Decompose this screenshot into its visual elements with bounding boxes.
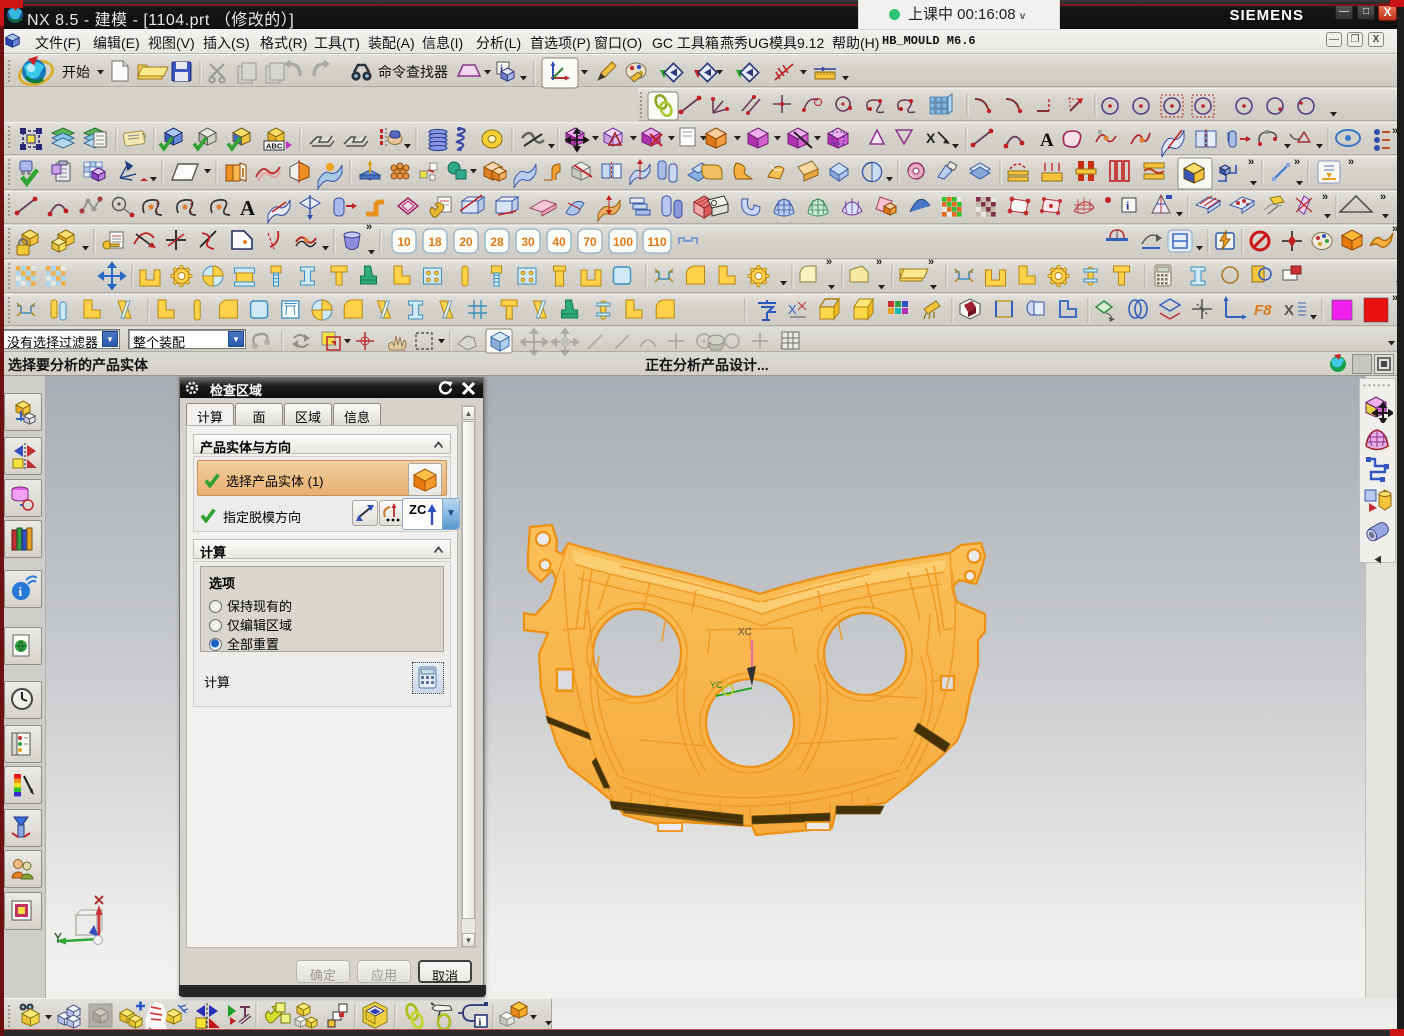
svg-text:»: » [1322,191,1328,203]
svg-text:»: » [1294,156,1300,168]
svg-text:»: » [826,256,832,268]
svg-text:»: » [928,256,934,268]
svg-text:X: X [926,130,936,146]
svg-text:ABC: ABC [266,142,283,151]
svg-text:»: » [1348,156,1354,168]
svg-text:»: » [1248,156,1254,168]
svg-text:A: A [1040,130,1054,151]
svg-text:70: 70 [583,235,597,249]
svg-text:XC: XC [738,627,752,638]
svg-text:100: 100 [613,235,633,249]
svg-text:开始: 开始 [62,64,90,80]
svg-text:YC: YC [710,680,723,690]
svg-text:40: 40 [552,235,566,249]
svg-text:»: » [366,221,372,233]
svg-text:X: X [1284,302,1294,319]
svg-text:命令查找器: 命令查找器 [378,64,448,80]
svg-text:X: X [788,302,797,317]
svg-text:110: 110 [647,235,667,249]
svg-text:»: » [876,256,882,268]
svg-text:i: i [479,1018,482,1029]
svg-text:»: » [1380,191,1386,203]
svg-text:F8: F8 [1254,302,1272,319]
svg-text:28: 28 [490,235,504,249]
svg-text:20: 20 [459,235,473,249]
svg-text:A: A [240,196,256,220]
svg-text:30: 30 [521,235,535,249]
svg-text:18: 18 [428,235,442,249]
svg-text:i: i [19,584,23,599]
svg-text:10: 10 [397,235,411,249]
